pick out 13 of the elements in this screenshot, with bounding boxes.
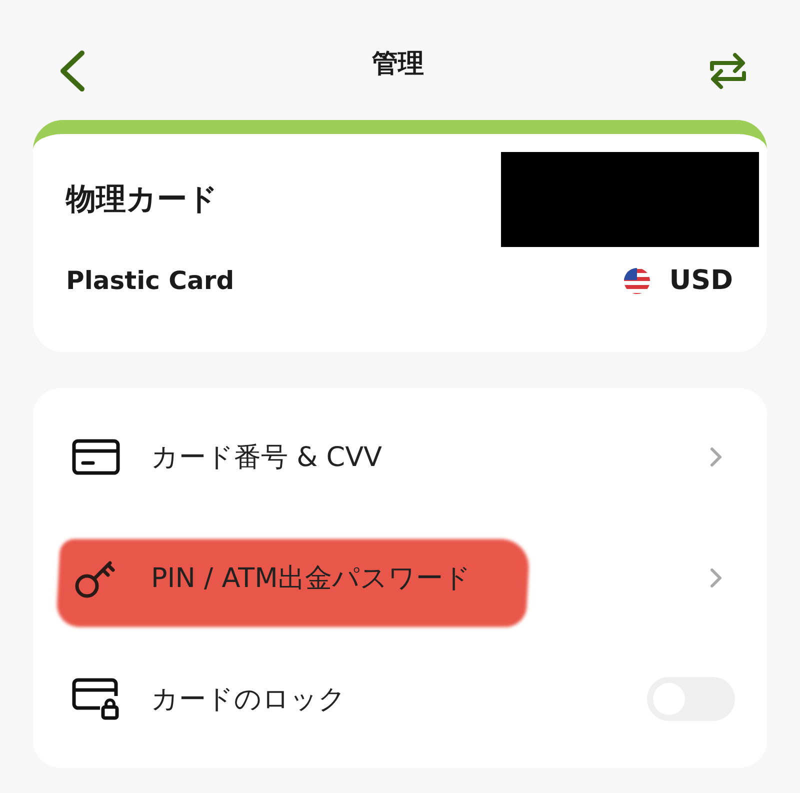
swap-arrows-icon[interactable] xyxy=(708,51,748,91)
page-title: 管理 xyxy=(372,48,424,80)
chevron-right-icon[interactable] xyxy=(709,566,723,588)
menu-item-label[interactable]: PIN / ATM出金パスワード xyxy=(151,560,709,596)
card-lock-icon xyxy=(71,678,121,720)
menu-item-label[interactable]: カード番号 & CVV xyxy=(151,438,709,474)
card-type: Plastic Card xyxy=(66,266,234,295)
menu-item-label[interactable]: カードのロック xyxy=(151,680,647,716)
card-icon xyxy=(71,438,121,474)
card-title: 物理カード xyxy=(66,181,218,219)
flag-icon xyxy=(623,266,652,294)
currency-code: USD xyxy=(669,265,733,296)
chevron-right-icon[interactable] xyxy=(709,446,723,468)
